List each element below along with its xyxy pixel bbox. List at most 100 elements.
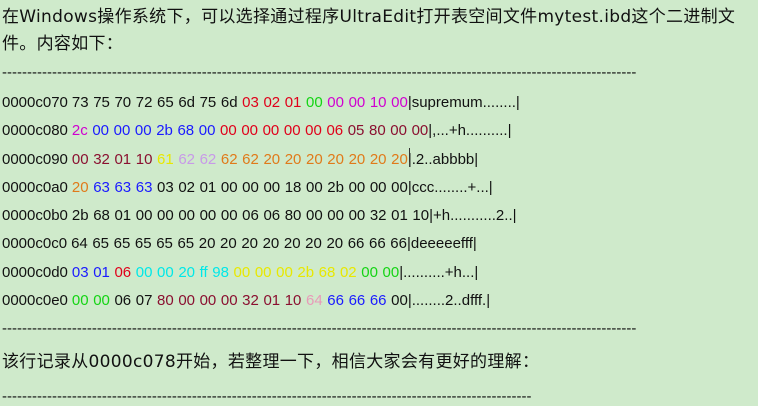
hex-byte: 00	[262, 122, 280, 140]
hex-byte: 20	[326, 235, 344, 253]
hex-byte: 20	[369, 150, 387, 168]
hex-byte: 20	[178, 263, 195, 281]
hex-byte: 00	[391, 292, 408, 310]
hex-byte: 00	[361, 263, 378, 281]
hex-byte: 10	[135, 150, 153, 168]
hex-byte: 66	[369, 235, 386, 253]
hex-byte: 32	[242, 292, 259, 310]
hex-byte: 06	[263, 207, 281, 225]
hex-byte: 80	[157, 292, 174, 310]
hex-byte: 65	[156, 235, 173, 253]
intro-paragraph: 在Windows操作系统下，可以选择通过程序UltraEdit打开表空间文件my…	[2, 7, 736, 54]
hex-offset: 0000c070	[2, 94, 68, 111]
hex-byte: 73	[71, 94, 89, 111]
hex-byte: 00	[135, 207, 153, 225]
hex-ascii: |supremum........|	[407, 94, 520, 111]
hex-byte: 20	[263, 150, 281, 168]
hex-row: 0000c0d0 03 01 06 00 00 20 ff 98 00 00 00 2b 68 02 00 00…	[2, 259, 520, 287]
hex-byte: 68	[93, 207, 110, 225]
hex-byte: 03	[71, 263, 89, 281]
hex-offset: 0000c0d0	[2, 263, 68, 281]
hex-ascii: |ccc........+...|	[407, 178, 493, 196]
hex-byte: 20	[305, 235, 322, 253]
hex-byte: 32	[93, 150, 110, 168]
hex-offset: 0000c0b0	[2, 207, 68, 225]
note-paragraph: 该行记录从0000c078开始，若整理一下，相信大家会有更好的理解：	[2, 352, 540, 372]
hex-row: 0000c0b0 2b 68 01 00 00 00 00 00 06 06 80 00 00 00 32 01…	[2, 202, 520, 230]
hex-offset: 0000c0c0	[2, 235, 68, 253]
separator-top: ----------------------------------------…	[2, 64, 637, 81]
hex-byte: 00	[157, 263, 174, 281]
hex-byte: 01	[284, 94, 302, 111]
hex-byte: 65	[134, 235, 152, 253]
hex-byte: 00	[220, 292, 238, 310]
hex-byte: 62	[199, 150, 217, 168]
hex-offset: 0000c0e0	[2, 292, 68, 310]
hex-byte: 62	[178, 150, 195, 168]
hex-byte: 05	[347, 122, 365, 140]
hex-byte: 65	[113, 235, 131, 253]
separator-middle: ----------------------------------------…	[2, 320, 637, 337]
hex-byte: 00	[254, 263, 272, 281]
hex-byte: 80	[369, 122, 386, 140]
hex-byte: 00	[382, 263, 400, 281]
hex-byte: 98	[212, 263, 229, 281]
text-cursor	[409, 148, 410, 162]
hex-byte: 64	[306, 292, 323, 310]
hex-ascii: |.2..abbbb|	[407, 150, 479, 168]
hex-byte: 00	[178, 292, 195, 310]
hex-row: 0000c0e0 00 00 06 07 80 00 00 00 32 01 10 64 66 66 66 00…	[2, 287, 520, 315]
hex-byte: 65	[177, 235, 195, 253]
separator-bottom: ----------------------------------------…	[2, 388, 532, 405]
hex-byte: 18	[284, 178, 302, 196]
hex-byte: 01	[93, 263, 110, 281]
hex-byte: 6d	[220, 94, 238, 111]
hex-byte: 00	[157, 207, 174, 225]
hex-byte: 00	[233, 263, 251, 281]
hex-byte: 06	[114, 292, 132, 310]
hex-byte: 00	[220, 178, 238, 196]
hex-byte: 64	[71, 235, 88, 253]
hex-byte: 20	[283, 235, 301, 253]
hex-byte: 20	[284, 150, 302, 168]
hex-byte: 80	[284, 207, 302, 225]
hex-byte: 10	[284, 292, 302, 310]
hex-byte: 20	[262, 235, 280, 253]
hex-byte: 68	[318, 263, 336, 281]
hex-offset: 0000c090	[2, 150, 68, 168]
hex-byte: 10	[369, 94, 387, 111]
hex-row: 0000c090 00 32 01 10 61 62 62 62 62 20 20 20 20 20 20 20…	[2, 146, 520, 174]
hex-byte: 65	[92, 235, 110, 253]
hex-byte: 00	[242, 178, 259, 196]
hex-byte: 00	[390, 122, 407, 140]
hex-byte: 72	[135, 94, 153, 111]
hex-byte: 06	[114, 263, 132, 281]
hex-byte: 2b	[71, 207, 89, 225]
hex-byte: 02	[339, 263, 357, 281]
hex-byte: 66	[347, 235, 365, 253]
hex-byte: 2b	[156, 122, 173, 140]
hex-byte: 00	[276, 263, 293, 281]
hex-byte: 20	[220, 235, 237, 253]
hex-byte: 00	[369, 178, 387, 196]
hex-byte: 75	[199, 94, 217, 111]
hex-byte: 00	[241, 122, 258, 140]
hex-byte: 00	[220, 207, 238, 225]
hex-byte: 00	[411, 122, 429, 140]
hex-ascii: |..........+h...|	[399, 263, 479, 281]
hex-byte: 63	[135, 178, 153, 196]
hex-byte: 2b	[297, 263, 315, 281]
hex-byte: 20	[327, 150, 344, 168]
hex-byte: 00	[306, 207, 323, 225]
hex-byte: 07	[135, 292, 153, 310]
hex-byte: 70	[114, 94, 132, 111]
hex-offset: 0000c080	[2, 122, 68, 140]
hex-byte: 00	[391, 94, 408, 111]
hex-row: 0000c0a0 20 63 63 63 03 02 01 00 00 00 18 00 2b 00 00 00…	[2, 174, 520, 202]
hex-byte: 00	[348, 207, 366, 225]
hex-row: 0000c070 73 75 70 72 65 6d 75 6d 03 02 01 00 00 00 10 00…	[2, 89, 520, 117]
hex-offset: 0000c0a0	[2, 178, 68, 196]
hex-byte: 63	[93, 178, 110, 196]
hex-byte: 00	[113, 122, 131, 140]
hex-byte: 66	[369, 292, 387, 310]
